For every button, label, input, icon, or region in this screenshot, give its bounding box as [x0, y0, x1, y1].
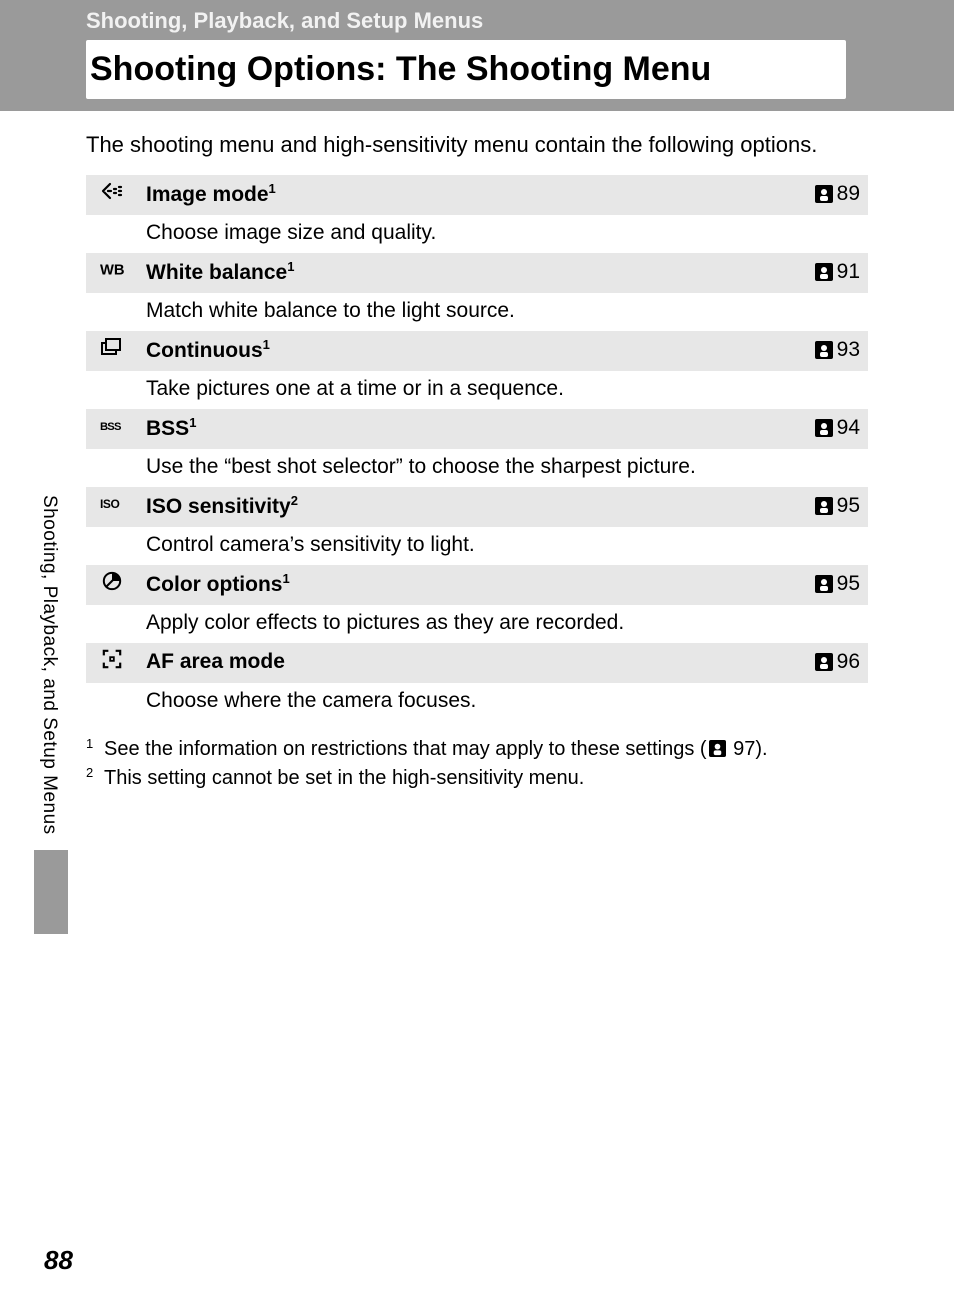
option-row: ISO ISO sensitivity295 — [86, 487, 868, 527]
option-row: Image mode189 — [86, 175, 868, 215]
iso-icon: ISO — [86, 487, 138, 527]
option-title: ISO sensitivity2 — [138, 487, 788, 527]
page-ref-icon — [709, 737, 726, 754]
page-number: 88 — [44, 1245, 73, 1276]
option-row: Continuous193 — [86, 331, 868, 371]
continuous-icon — [86, 331, 138, 371]
footnote-number: 1 — [86, 735, 104, 764]
option-description: Choose image size and quality. — [138, 215, 868, 253]
option-title: AF area mode — [138, 643, 788, 683]
color-options-icon — [86, 565, 138, 605]
option-title: Color options1 — [138, 565, 788, 605]
footnote-2: 2 This setting cannot be set in the high… — [86, 764, 868, 793]
option-desc-row: Apply color effects to pictures as they … — [86, 605, 868, 643]
bss-icon: BSS — [86, 409, 138, 449]
breadcrumb: Shooting, Playback, and Setup Menus — [0, 0, 954, 40]
page-ref-icon — [815, 575, 833, 593]
page-ref-icon — [815, 185, 833, 203]
option-desc-row: Choose where the camera focuses. — [86, 683, 868, 721]
option-description: Control camera’s sensitivity to light. — [138, 527, 868, 565]
footnote-text: This setting cannot be set in the high-s… — [104, 764, 584, 793]
option-description: Choose where the camera focuses. — [138, 683, 868, 721]
option-title: BSS1 — [138, 409, 788, 449]
option-desc-row: Take pictures one at a time or in a sequ… — [86, 371, 868, 409]
footnote-1: 1 See the information on restrictions th… — [86, 735, 868, 764]
svg-text:BSS: BSS — [100, 421, 122, 433]
page-ref-icon — [815, 263, 833, 281]
intro-text: The shooting menu and high-sensitivity m… — [86, 129, 868, 161]
header-band: Shooting, Playback, and Setup Menus Shoo… — [0, 0, 954, 111]
option-description: Use the “best shot selector” to choose t… — [138, 449, 868, 487]
option-title: Continuous1 — [138, 331, 788, 371]
option-row: WB White balance191 — [86, 253, 868, 293]
title-band: Shooting Options: The Shooting Menu — [0, 40, 954, 111]
option-description: Apply color effects to pictures as they … — [138, 605, 868, 643]
option-page-ref: 93 — [788, 331, 868, 371]
wb-icon: WB — [86, 253, 138, 293]
footnote-number: 2 — [86, 764, 104, 793]
option-desc-row: Choose image size and quality. — [86, 215, 868, 253]
options-table: Image mode189Choose image size and quali… — [86, 175, 868, 721]
option-desc-row: Control camera’s sensitivity to light. — [86, 527, 868, 565]
content-area: The shooting menu and high-sensitivity m… — [0, 111, 954, 793]
option-title: White balance1 — [138, 253, 788, 293]
page-ref-icon — [815, 653, 833, 671]
af-area-icon — [86, 643, 138, 683]
page-title: Shooting Options: The Shooting Menu — [86, 40, 846, 99]
option-desc-row: Match white balance to the light source. — [86, 293, 868, 331]
option-row: AF area mode96 — [86, 643, 868, 683]
option-page-ref: 95 — [788, 487, 868, 527]
side-tab-label: Shooting, Playback, and Setup Menus — [38, 495, 60, 835]
svg-text:WB: WB — [100, 262, 124, 278]
option-title: Image mode1 — [138, 175, 788, 215]
image-mode-icon — [86, 175, 138, 215]
option-page-ref: 96 — [788, 643, 868, 683]
option-row: Color options195 — [86, 565, 868, 605]
side-tab-marker — [34, 850, 68, 934]
option-desc-row: Use the “best shot selector” to choose t… — [86, 449, 868, 487]
option-description: Take pictures one at a time or in a sequ… — [138, 371, 868, 409]
page-ref-icon — [815, 497, 833, 515]
footnotes: 1 See the information on restrictions th… — [86, 735, 868, 793]
option-row: BSS BSS194 — [86, 409, 868, 449]
option-page-ref: 89 — [788, 175, 868, 215]
option-page-ref: 91 — [788, 253, 868, 293]
page-ref-icon — [815, 341, 833, 359]
svg-text:ISO: ISO — [100, 497, 119, 511]
option-description: Match white balance to the light source. — [138, 293, 868, 331]
footnote-text: See the information on restrictions that… — [104, 735, 768, 764]
page-ref-icon — [815, 419, 833, 437]
option-page-ref: 94 — [788, 409, 868, 449]
option-page-ref: 95 — [788, 565, 868, 605]
